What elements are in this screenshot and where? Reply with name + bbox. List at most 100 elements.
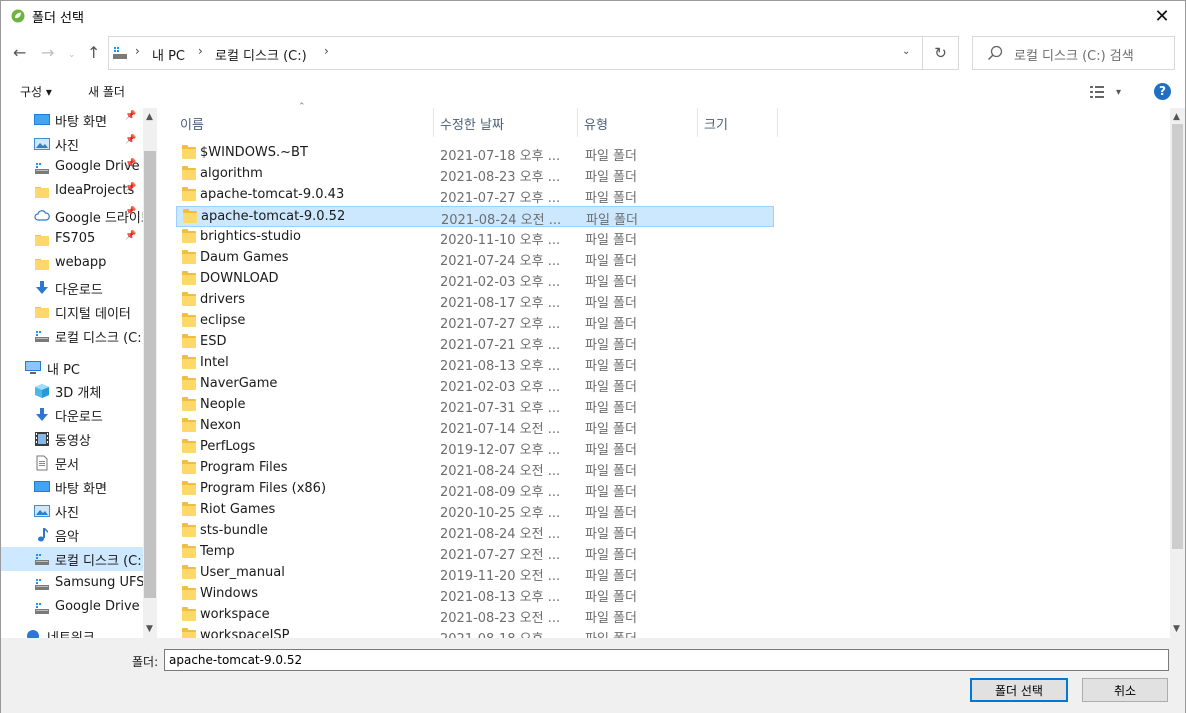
file-name: eclipse [200,313,246,328]
folder-icon [182,250,196,264]
folder-icon [182,460,196,474]
folder-icon [182,145,196,159]
file-name: workspace [200,607,270,622]
file-date: 2021-07-18 오후 ... [440,149,561,164]
file-row[interactable]: Program Files (x86) 2021-08-09 오후 ... 파일 폴… [176,479,774,500]
file-row[interactable]: workspace 2021-08-23 오전 ... 파일 폴더 [176,605,774,626]
file-row[interactable]: Temp 2021-07-27 오전 ... 파일 폴더 [176,542,774,563]
file-date: 2021-07-27 오후 ... [440,317,561,332]
folder-icon [182,481,196,495]
file-name: apache-tomcat-9.0.43 [200,187,345,202]
folder-icon [182,439,196,453]
folder-icon [182,355,196,369]
file-name: drivers [200,292,246,307]
file-type: 파일 폴더 [585,401,637,416]
file-name: DOWNLOAD [200,271,279,286]
file-row[interactable]: Intel 2021-08-13 오후 ... 파일 폴더 [176,353,774,374]
file-type: 파일 폴더 [585,359,637,374]
file-date: 2021-08-13 오후 ... [440,359,561,374]
file-row[interactable]: workspaceJSP 2021-08-18 오후 ... 파일 폴더 [176,626,774,638]
file-date: 2021-08-23 오전 ... [440,611,561,626]
file-name: ESD [200,334,227,349]
file-date: 2021-08-13 오후 ... [440,590,561,605]
file-type: 파일 폴더 [585,422,637,437]
file-date: 2021-07-24 오후 ... [440,254,561,269]
folder-icon [182,334,196,348]
file-date: 2021-08-24 오전 ... [440,527,561,542]
file-type: 파일 폴더 [585,233,637,248]
file-type: 파일 폴더 [586,213,638,228]
folder-icon [182,187,196,201]
folder-icon [182,292,196,306]
file-row[interactable]: Neople 2021-07-31 오후 ... 파일 폴더 [176,395,774,416]
folder-icon [182,607,196,621]
file-row[interactable]: apache-tomcat-9.0.52 2021-08-24 오전 ... 파일 … [176,206,774,228]
file-row[interactable]: $WINDOWS.~BT 2021-07-18 오후 ... 파일 폴더 [176,143,774,164]
file-row[interactable]: eclipse 2021-07-27 오후 ... 파일 폴더 [176,311,774,332]
folder-icon [182,565,196,579]
file-row[interactable]: PerfLogs 2019-12-07 오후 ... 파일 폴더 [176,437,774,458]
file-type: 파일 폴더 [585,443,637,458]
file-name: Daum Games [200,250,289,265]
file-list: $WINDOWS.~BT 2021-07-18 오후 ... 파일 폴더 algori… [1,1,1169,638]
file-row[interactable]: Nexon 2021-07-14 오전 ... 파일 폴더 [176,416,774,437]
file-date: 2021-08-17 오후 ... [440,296,561,311]
file-row[interactable]: Program Files 2021-08-24 오전 ... 파일 폴더 [176,458,774,479]
folder-select-dialog: 폴더 선택 ✕ ← → ⌄ ↑ › 내 PC › 로컬 디스크 (C:) › ⌄… [0,0,1186,713]
folder-icon [182,586,196,600]
file-row[interactable]: DOWNLOAD 2021-02-03 오후 ... 파일 폴더 [176,269,774,290]
folder-icon [182,502,196,516]
scroll-down-icon[interactable]: ▼ [1173,624,1180,634]
file-name: Riot Games [200,502,276,517]
folder-icon [182,544,196,558]
file-row[interactable]: apache-tomcat-9.0.43 2021-07-27 오후 ... 파일 … [176,185,774,206]
file-row[interactable]: Windows 2021-08-13 오후 ... 파일 폴더 [176,584,774,605]
file-type: 파일 폴더 [585,590,637,605]
folder-icon [183,209,197,223]
file-date: 2021-02-03 오후 ... [440,275,561,290]
file-name: Program Files [200,460,288,475]
folder-field-label: 폴더: [132,655,159,669]
folder-icon [182,397,196,411]
cancel-button[interactable]: 취소 [1082,678,1168,702]
file-list-scroll-thumb[interactable] [1172,124,1183,549]
file-row[interactable]: NaverGame 2021-02-03 오후 ... 파일 폴더 [176,374,774,395]
file-type: 파일 폴더 [585,275,637,290]
file-name: Nexon [200,418,241,433]
file-name: $WINDOWS.~BT [200,145,308,160]
file-row[interactable]: sts-bundle 2021-08-24 오전 ... 파일 폴더 [176,521,774,542]
file-row[interactable]: Daum Games 2021-07-24 오후 ... 파일 폴더 [176,248,774,269]
file-row[interactable]: drivers 2021-08-17 오후 ... 파일 폴더 [176,290,774,311]
scroll-up-icon[interactable]: ▲ [1173,112,1180,122]
folder-icon [182,523,196,537]
file-name: Program Files (x86) [200,481,327,496]
file-date: 2020-11-10 오후 ... [440,233,561,248]
file-type: 파일 폴더 [585,149,637,164]
file-row[interactable]: User_manual 2019-11-20 오전 ... 파일 폴더 [176,563,774,584]
folder-icon [182,376,196,390]
file-date: 2020-10-25 오후 ... [440,506,561,521]
file-name: workspaceJSP [200,628,290,638]
file-date: 2021-02-03 오후 ... [440,380,561,395]
file-type: 파일 폴더 [585,317,637,332]
folder-icon [182,418,196,432]
file-type: 파일 폴더 [585,485,637,500]
file-type: 파일 폴더 [585,191,637,206]
file-type: 파일 폴더 [585,628,637,638]
file-row[interactable]: brightics-studio 2020-11-10 오후 ... 파일 폴더 [176,227,774,248]
file-date: 2021-08-23 오후 ... [440,170,561,185]
file-row[interactable]: ESD 2021-07-21 오후 ... 파일 폴더 [176,332,774,353]
file-type: 파일 폴더 [585,569,637,584]
file-name: NaverGame [200,376,278,391]
file-name: PerfLogs [200,439,256,454]
folder-name-input[interactable] [164,649,1169,671]
file-row[interactable]: algorithm 2021-08-23 오후 ... 파일 폴더 [176,164,774,185]
file-name: Temp [200,544,235,559]
select-folder-button[interactable]: 폴더 선택 [970,678,1068,702]
file-date: 2021-08-24 오전 ... [440,464,561,479]
file-list-scrollbar[interactable]: ▲ ▼ [1170,108,1185,638]
file-name: Intel [200,355,229,370]
file-type: 파일 폴더 [585,338,637,353]
file-row[interactable]: Riot Games 2020-10-25 오후 ... 파일 폴더 [176,500,774,521]
file-name: sts-bundle [200,523,268,538]
